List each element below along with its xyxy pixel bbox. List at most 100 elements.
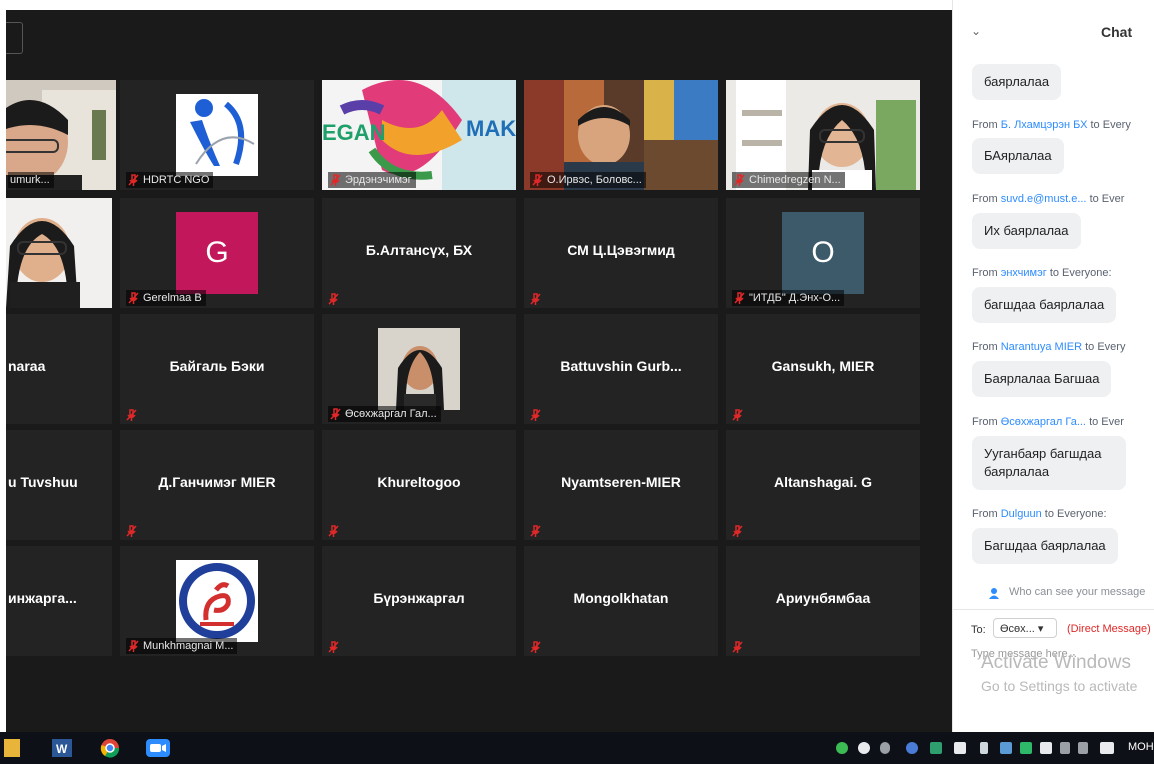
muted-mic-icon [530, 292, 541, 305]
participant-tile[interactable]: СМ Ц.Цэвэгмид [524, 198, 718, 308]
chevron-down-icon: ▾ [1037, 623, 1044, 635]
participant-tile[interactable]: O "ИТДБ" Д.Энх-О... [726, 198, 920, 308]
chat-panel: ⌄ Chat баярлалаа From Б. Лхамцэрэн БХ to… [952, 0, 1154, 732]
muted-mic-icon [126, 524, 137, 537]
chat-sender: From Narantuya MIER to Every [972, 341, 1126, 353]
direct-message-label: (Direct Message) [1067, 623, 1151, 635]
muted-mic-icon [532, 174, 543, 186]
participant-tile[interactable]: Chimedregzen N... [726, 80, 920, 190]
chat-message: багшдаа баярлалаа [972, 287, 1117, 323]
participant-photo [378, 328, 460, 410]
participant-name: СМ Ц.Цэвэгмид [567, 242, 675, 258]
file-explorer-icon[interactable] [4, 739, 20, 757]
muted-mic-icon [128, 292, 139, 304]
speaker-icon[interactable] [1100, 742, 1114, 754]
participant-tile[interactable]: Nyamtseren-MIER [524, 430, 718, 540]
participant-tile[interactable]: naraa [6, 314, 112, 424]
usb-icon[interactable] [980, 742, 988, 754]
participant-name: u Tuvshuu [8, 474, 78, 490]
muted-mic-icon [530, 408, 541, 421]
tray-icon-1[interactable] [836, 742, 848, 754]
chat-message: Их баярлалаа [972, 213, 1081, 249]
participant-name: Munkhmagnai M... [126, 638, 238, 654]
participant-tile[interactable]: Д.Ганчимэг MIER [120, 430, 314, 540]
chat-title: Chat [1101, 24, 1133, 40]
participant-tile[interactable]: инжарга... [6, 546, 112, 656]
muted-mic-icon [732, 408, 743, 421]
tray-icon-11[interactable] [1060, 742, 1070, 754]
participant-name: Д.Ганчимэг MIER [158, 474, 276, 490]
who-can-see-link[interactable]: Who can see your message [1009, 586, 1145, 598]
participant-tile[interactable]: Өсөхжаргал Гал... [322, 314, 516, 424]
participant-name: Altanshagai. G [773, 474, 873, 490]
tray-icon-10[interactable] [1040, 742, 1052, 754]
muted-mic-icon [328, 640, 339, 653]
participant-name: "ИТДБ" Д.Энх-О... [732, 290, 845, 306]
banner-text-left: EGAN [322, 120, 386, 145]
chat-message: Багшдаа баярлалаа [972, 528, 1118, 564]
participant-name: Ариунбямбаа [775, 590, 871, 606]
participant-video [6, 198, 112, 308]
muted-mic-icon [126, 408, 137, 421]
participant-tile[interactable]: Altanshagai. G [726, 430, 920, 540]
participant-name: Battuvshin Gurb... [560, 358, 682, 374]
participant-name: Бүрэнжаргал [373, 590, 465, 606]
muted-mic-icon [328, 292, 339, 305]
muted-mic-icon [330, 408, 341, 420]
participant-tile[interactable]: Ариунбямбаа [726, 546, 920, 656]
chevron-down-icon[interactable]: ⌄ [971, 24, 981, 38]
video-gallery: umurk... HDRTC NGO EGAN MAKE Эр [6, 10, 952, 732]
avatar: O [782, 212, 864, 294]
participant-name: Khureltogoo [377, 474, 461, 490]
participant-tile[interactable]: HDRTC NGO [120, 80, 314, 190]
muted-mic-icon [128, 640, 139, 652]
tray-icon-5[interactable] [930, 742, 942, 754]
participant-name: Б.Алтансүх, БХ [365, 242, 473, 258]
participant-tile[interactable]: Mongolkhatan [524, 546, 718, 656]
participant-name: О.Ирвэс, Боловс... [530, 172, 646, 188]
cloud-icon[interactable] [954, 742, 966, 754]
muted-mic-icon [530, 640, 541, 653]
tray-icon-8[interactable] [1000, 742, 1012, 754]
participant-tile[interactable]: Khureltogoo [322, 430, 516, 540]
word-icon[interactable]: W [52, 739, 72, 757]
tray-icon-3[interactable] [880, 742, 890, 754]
chat-sender: From Dulguun to Everyone: [972, 508, 1107, 520]
participant-tile[interactable]: Байгаль Бэки [120, 314, 314, 424]
participant-tile[interactable]: Б.Алтансүх, БХ [322, 198, 516, 308]
gallery-view-toggle[interactable] [6, 22, 23, 54]
participant-tile[interactable]: G Gerelmaa B [120, 198, 314, 308]
participant-tile[interactable]: Gansukh, MIER [726, 314, 920, 424]
tray-icon-2[interactable] [858, 742, 870, 754]
participant-name: naraa [8, 358, 46, 374]
tray-icon-4[interactable] [906, 742, 918, 754]
zoom-icon[interactable] [146, 739, 170, 757]
muted-mic-icon [330, 174, 341, 186]
to-label: To: [971, 624, 986, 636]
wifi-icon[interactable] [1078, 742, 1088, 754]
divider [953, 609, 1154, 610]
recipient-select[interactable]: Өсөх... ▾ [993, 618, 1057, 638]
participant-tile[interactable]: EGAN MAKE Эрдэнэчимэг [322, 80, 516, 190]
tray-icon-9[interactable] [1020, 742, 1032, 754]
participant-tile[interactable]: Munkhmagnai M... [120, 546, 314, 656]
participant-tile[interactable]: О.Ирвэс, Боловс... [524, 80, 718, 190]
participant-tile[interactable]: u Tuvshuu [6, 430, 112, 540]
participant-tile[interactable]: Бүрэнжаргал [322, 546, 516, 656]
chat-sender: From suvd.e@must.e... to Ever [972, 193, 1125, 205]
participant-name: Байгаль Бэки [169, 358, 265, 374]
muted-mic-icon [732, 524, 743, 537]
muted-mic-icon [328, 524, 339, 537]
chrome-icon[interactable] [100, 739, 120, 758]
participant-name: Chimedregzen N... [732, 172, 845, 188]
muted-mic-icon [128, 174, 139, 186]
language-indicator[interactable]: МОН [1128, 741, 1154, 753]
participant-name: инжарга... [8, 590, 77, 606]
person-icon [989, 586, 1001, 604]
taskbar: W МОН [0, 732, 1154, 764]
participant-name: Gerelmaa B [126, 290, 206, 306]
participant-name: Gansukh, MIER [771, 358, 875, 374]
participant-tile[interactable]: umurk... [6, 80, 116, 190]
participant-tile[interactable]: Battuvshin Gurb... [524, 314, 718, 424]
participant-tile[interactable] [6, 198, 112, 308]
